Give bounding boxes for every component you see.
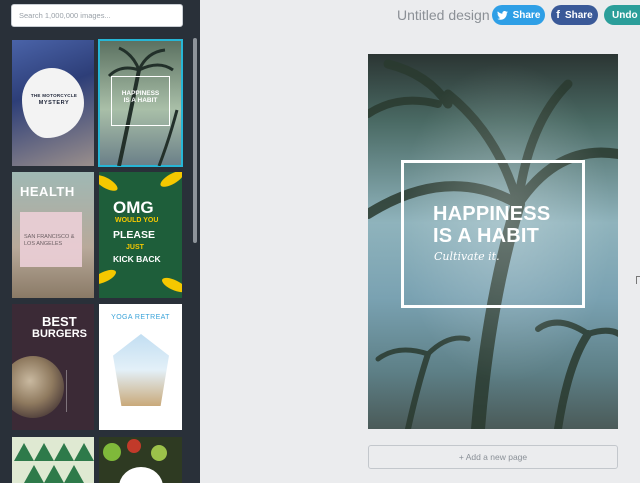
canvas-headline-2[interactable]: IS A HABIT bbox=[433, 226, 539, 246]
leaf-shape bbox=[99, 172, 120, 194]
template-text: THE MOTORCYCLE bbox=[30, 93, 78, 98]
template-title: HEALTH bbox=[20, 184, 75, 199]
burger-image bbox=[12, 356, 64, 418]
template-text: OMG bbox=[113, 198, 154, 217]
facebook-share-label: Share bbox=[564, 9, 593, 21]
leaf-shape bbox=[160, 274, 182, 296]
triangle-shape bbox=[24, 465, 44, 483]
design-canvas[interactable]: HAPPINESS IS A HABIT Cultivate it. bbox=[368, 54, 618, 429]
template-motorcycle-mystery[interactable]: THE MOTORCYCLE MYSTERY bbox=[12, 40, 94, 166]
triangle-shape bbox=[54, 443, 74, 461]
template-text: BEST bbox=[42, 314, 77, 329]
template-sidebar: THE MOTORCYCLE MYSTERY HAPPINESS IS A HA… bbox=[0, 0, 200, 483]
template-text: JUST bbox=[126, 244, 144, 251]
canvas-subtitle[interactable]: Cultivate it. bbox=[434, 250, 500, 263]
resize-handle-icon[interactable] bbox=[636, 276, 640, 284]
facebook-share-button[interactable]: f Share bbox=[551, 5, 598, 25]
add-page-button[interactable]: + Add a new page bbox=[368, 445, 618, 469]
document-title[interactable]: Untitled design bbox=[397, 7, 490, 23]
food-shape bbox=[151, 445, 167, 461]
template-best-burgers[interactable]: BEST BURGERS bbox=[12, 304, 94, 430]
triangle-shape bbox=[34, 443, 54, 461]
template-text: WOULD YOU bbox=[115, 217, 159, 224]
template-card: SAN FRANCISCO & LOS ANGELES bbox=[20, 212, 82, 267]
twitter-share-button[interactable]: Share bbox=[492, 5, 545, 25]
twitter-share-label: Share bbox=[512, 9, 541, 21]
leaf-shape bbox=[99, 266, 118, 288]
image-search-input[interactable] bbox=[11, 4, 183, 27]
template-title: YOGA RETREAT bbox=[111, 314, 170, 321]
sidebar-scrollbar[interactable] bbox=[193, 38, 197, 243]
template-yoga-retreat[interactable]: YOGA RETREAT bbox=[99, 304, 182, 430]
food-shape bbox=[127, 439, 141, 453]
template-text: KICK BACK bbox=[113, 254, 161, 264]
template-happiness-habit[interactable]: HAPPINESS IS A HABIT bbox=[98, 39, 183, 167]
triangle-shape bbox=[44, 465, 64, 483]
template-text-line: IS A HABIT bbox=[123, 97, 158, 105]
template-text: PLEASE bbox=[113, 229, 156, 241]
triangle-shape bbox=[74, 443, 94, 461]
template-text: BURGERS bbox=[32, 328, 88, 340]
template-food[interactable] bbox=[99, 437, 182, 483]
template-badge bbox=[119, 467, 163, 483]
template-rule bbox=[66, 370, 90, 412]
template-text: SAN FRANCISCO & LOS ANGELES bbox=[24, 234, 75, 247]
leaf-shape bbox=[158, 172, 182, 190]
template-omg-kick-back[interactable]: OMG WOULD YOU PLEASE JUST KICK BACK bbox=[99, 172, 182, 298]
template-text: MYSTERY bbox=[38, 100, 70, 106]
twitter-icon bbox=[496, 10, 508, 20]
template-text-line: HAPPINESS bbox=[121, 90, 160, 97]
undo-button[interactable]: Undo bbox=[604, 5, 640, 25]
triangle-shape bbox=[64, 465, 84, 483]
canvas-headline-1[interactable]: HAPPINESS bbox=[433, 204, 550, 224]
triangle-shape bbox=[14, 443, 34, 461]
facebook-icon: f bbox=[556, 9, 560, 21]
template-health-retreat[interactable]: HEALTH SAN FRANCISCO & LOS ANGELES bbox=[12, 172, 94, 298]
beach-photo-gem bbox=[113, 334, 169, 406]
template-triangles[interactable] bbox=[12, 437, 94, 483]
food-shape bbox=[103, 443, 121, 461]
template-text: HAPPINESS IS A HABIT bbox=[111, 90, 170, 104]
